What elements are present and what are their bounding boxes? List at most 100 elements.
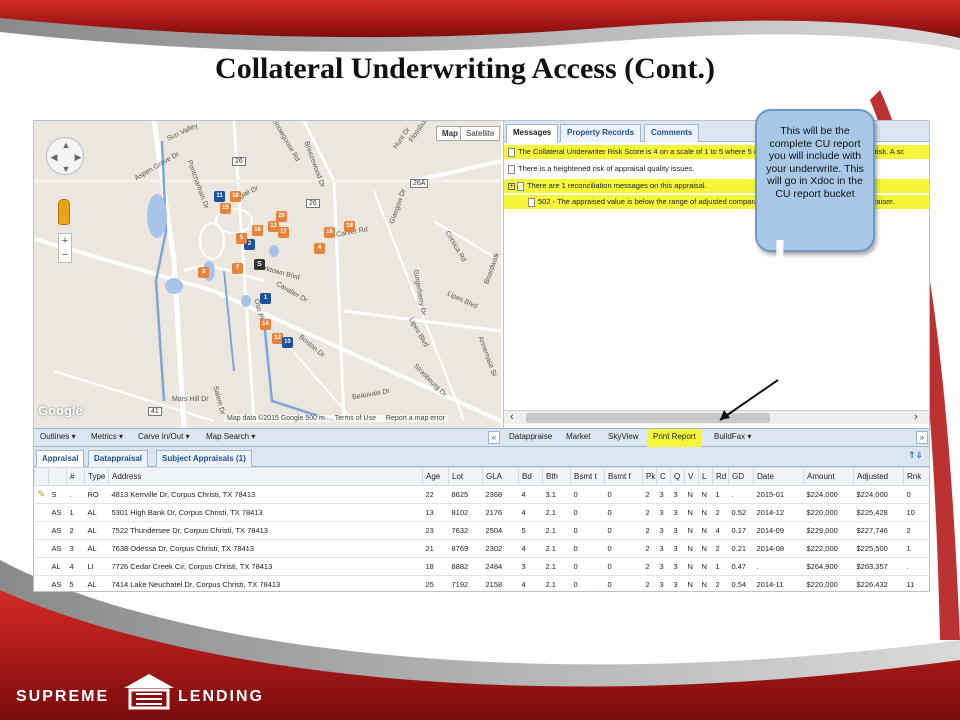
column-header[interactable]: Rnk	[903, 467, 929, 486]
carve-in-out-menu[interactable]: Carve In/Out ▾	[138, 432, 190, 441]
column-header[interactable]: Bd	[518, 467, 543, 486]
tab-comments[interactable]: Comments	[644, 124, 700, 142]
table-row[interactable]: AS 5 AL 7414 Lake Neuchatel Dr, Corpus Chri…	[34, 575, 929, 591]
map-marker[interactable]: 18	[344, 221, 355, 232]
outlines-menu[interactable]: Outlines ▾	[40, 432, 76, 441]
map-marker[interactable]: 10	[282, 337, 293, 348]
column-header[interactable]: Age	[422, 467, 449, 486]
street-view-pegman-icon[interactable]	[58, 199, 70, 225]
zoom-in-icon[interactable]: +	[59, 234, 71, 248]
column-header[interactable]: V	[684, 467, 699, 486]
column-header[interactable]: Adjusted	[853, 467, 904, 486]
zoom-control[interactable]: + −	[58, 233, 72, 263]
subject-property-marker[interactable]: S	[254, 259, 265, 270]
map-view[interactable]: Map Satellite ▲ ▼ ◀ ▶ + − Sun Valley Asp…	[34, 121, 501, 428]
map-marker[interactable]: 18	[230, 191, 241, 202]
map-marker[interactable]: 3	[198, 267, 209, 278]
slide-title: Collateral Underwriting Access (Cont.)	[215, 52, 715, 85]
column-header[interactable]: Lot	[448, 467, 483, 486]
table-cell: N	[698, 557, 713, 576]
map-marker[interactable]: 7	[232, 263, 243, 274]
pan-up-icon[interactable]: ▲	[61, 140, 71, 150]
map-marker[interactable]: 1	[260, 293, 271, 304]
column-header[interactable]: C	[656, 467, 671, 486]
table-row[interactable]: AS 3 AL 7638 Odessa Dr, Corpus Christi, TX …	[34, 539, 929, 558]
edit-pencil-icon[interactable]: ✎	[34, 485, 49, 504]
tab-property-records[interactable]: Property Records	[560, 124, 642, 142]
scroll-right-icon[interactable]: ›	[914, 411, 918, 423]
table-cell: $225,500	[853, 539, 904, 558]
tab-datappraisal[interactable]: Datappraisal	[88, 450, 149, 467]
expand-icon[interactable]: +	[508, 182, 515, 190]
tab-messages[interactable]: Messages	[506, 124, 559, 142]
column-header[interactable]	[48, 467, 67, 486]
column-header[interactable]: Rd	[712, 467, 729, 486]
map-marker[interactable]: 17	[278, 227, 289, 238]
market-button[interactable]: Market	[566, 432, 590, 441]
metrics-menu[interactable]: Metrics ▾	[91, 432, 123, 441]
map-marker[interactable]: 11	[214, 191, 225, 202]
datappraise-button[interactable]: Datappraise	[509, 432, 552, 441]
collapse-left-button[interactable]: «	[488, 431, 500, 444]
map-marker[interactable]: 14	[260, 319, 271, 330]
table-cell: 2158	[482, 575, 519, 591]
column-header[interactable]: L	[698, 467, 713, 486]
table-cell	[34, 503, 49, 522]
table-cell: 5	[66, 575, 85, 591]
table-cell: N	[684, 557, 699, 576]
scroll-left-icon[interactable]: ‹	[510, 411, 514, 423]
logo-mark-icon	[124, 674, 174, 710]
map-marker[interactable]: 15	[220, 203, 231, 214]
column-header[interactable]: Q	[670, 467, 685, 486]
expand-right-button[interactable]: »	[916, 431, 928, 444]
map-marker[interactable]: 5	[236, 233, 247, 244]
column-header[interactable]: Bsmt f	[604, 467, 643, 486]
tab-appraisal[interactable]: Appraisal	[36, 450, 85, 467]
table-cell: 21	[422, 539, 449, 558]
comparables-table: # Type Address Age Lot GLA Bd Bth Bsmt t Bsmt f Pk…	[34, 467, 929, 591]
buildfax-menu[interactable]: BuildFax ▾	[714, 432, 751, 441]
skyview-button[interactable]: SkyView	[608, 432, 639, 441]
pan-right-icon[interactable]: ▶	[73, 152, 83, 163]
column-header[interactable]: Pk	[642, 467, 657, 486]
column-header[interactable]: Amount	[803, 467, 854, 486]
tab-subject-appraisals[interactable]: Subject Appraisals (1)	[156, 450, 252, 467]
column-header[interactable]: Address	[108, 467, 423, 486]
table-cell: 2014-12	[753, 503, 804, 522]
column-header[interactable]: Bsmt t	[570, 467, 605, 486]
column-header[interactable]: Date	[753, 467, 804, 486]
map-pan-control[interactable]: ▲ ▼ ◀ ▶	[46, 137, 84, 175]
table-cell: $229,000	[803, 521, 854, 540]
map-type-satellite-button[interactable]: Satellite	[460, 126, 501, 141]
column-header[interactable]: GD	[728, 467, 754, 486]
map-marker[interactable]: 16	[252, 225, 263, 236]
grid-collapse-icon[interactable]: ⇑⇓	[908, 450, 923, 461]
table-cell: 1	[712, 557, 729, 576]
table-row[interactable]: AS 2 AL 7522 Thundersee Dr, Corpus Christi,…	[34, 521, 929, 540]
map-marker[interactable]: 4	[314, 243, 325, 254]
column-header[interactable]: #	[66, 467, 85, 486]
table-row[interactable]: AL 4 LI 7726 Cedar Creek Cir, Corpus Christ…	[34, 557, 929, 576]
terms-of-use-link[interactable]: Terms of Use	[335, 415, 376, 422]
supreme-lending-logo: SUPREME LENDING	[16, 672, 276, 710]
table-cell: 0	[570, 503, 605, 522]
report-map-error-link[interactable]: Report a map error	[386, 415, 445, 422]
column-header[interactable]	[34, 467, 49, 486]
table-cell: 4	[518, 485, 543, 504]
pan-left-icon[interactable]: ◀	[49, 152, 59, 163]
table-cell: N	[684, 575, 699, 591]
column-header[interactable]: GLA	[482, 467, 519, 486]
table-cell: 2	[642, 575, 657, 591]
pan-down-icon[interactable]: ▼	[61, 164, 71, 174]
table-cell: 5301 High Bank Dr, Corpus Christi, TX 78…	[108, 503, 423, 522]
column-header[interactable]: Type	[84, 467, 109, 486]
table-cell: 2504	[482, 521, 519, 540]
zoom-out-icon[interactable]: −	[59, 248, 71, 262]
table-row[interactable]: AS 1 AL 5301 High Bank Dr, Corpus Christi, …	[34, 503, 929, 522]
map-search-menu[interactable]: Map Search ▾	[206, 432, 255, 441]
map-marker[interactable]: 16	[324, 227, 335, 238]
print-report-button[interactable]: Print Report	[647, 429, 702, 447]
column-header[interactable]: Bth	[542, 467, 571, 486]
subject-row[interactable]: ✎ S. RO 4813 Kerrville Dr, Corpus Christi, …	[34, 485, 929, 504]
table-cell: 0.47	[728, 557, 754, 576]
